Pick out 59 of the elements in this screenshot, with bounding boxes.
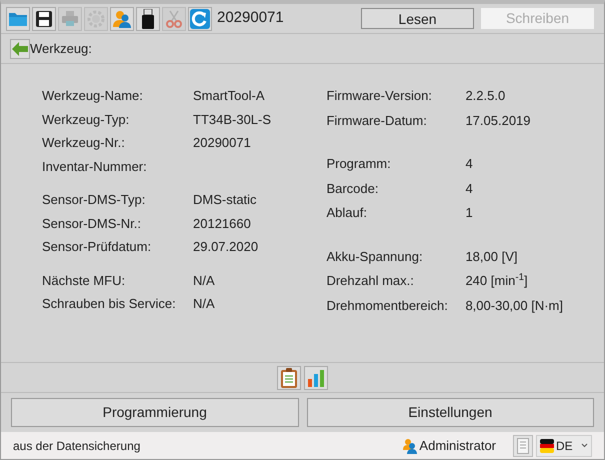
checklist-button[interactable] (277, 366, 301, 390)
field-label: Firmware-Datum: (326, 112, 428, 130)
users-icon (112, 10, 132, 28)
action-button[interactable]: Programmierung (11, 398, 298, 427)
field-label: Werkzeug-Nr.: (42, 134, 126, 152)
field-value: N/A (193, 295, 215, 313)
scissors-icon (165, 10, 183, 28)
printer-icon (61, 10, 79, 28)
toolbar-button[interactable] (136, 6, 160, 30)
field-value: 4 (465, 155, 473, 173)
field-value: 1 (465, 204, 473, 222)
field-value: 18,00 [V] (465, 248, 518, 266)
field-label: Sensor-DMS-Nr.: (42, 214, 142, 232)
status-message: aus der Datensicherung (13, 438, 140, 454)
field-value: 8,00-30,00 [N·m] (465, 296, 563, 315)
field-label: Nächste MFU: (42, 272, 126, 290)
field-label: Werkzeug-Name: (42, 87, 144, 105)
field-label: Sensor-Prüfdatum: (42, 238, 152, 256)
field-value: N/A (193, 272, 215, 290)
usb-stick-icon (141, 8, 155, 28)
field-value: 20290071 (193, 134, 251, 152)
back-button[interactable] (10, 38, 30, 58)
field-value: DMS-static (193, 191, 257, 209)
field-label: Inventar-Nummer: (42, 158, 148, 176)
field-value: TT34B-30L-S (193, 110, 272, 128)
section-title: Werkzeug: (30, 40, 92, 58)
document-icon (517, 438, 529, 454)
field-value: SmartTool-A (193, 87, 265, 105)
toolbar-text-button[interactable]: Lesen (361, 8, 474, 29)
field-label: Programm: (326, 155, 392, 173)
refresh-icon (190, 8, 210, 28)
field-value: 2.2.5.0 (465, 87, 506, 105)
field-label: Ablauf: (326, 204, 368, 222)
field-value: 20121660 (193, 214, 251, 232)
notes-button[interactable] (513, 434, 533, 456)
field-value: 240 [min$^{-1}$] (465, 271, 528, 290)
bar-chart-icon (307, 368, 325, 386)
field-label: Akku-Spannung: (326, 248, 424, 266)
field-label: Sensor-DMS-Typ: (42, 191, 146, 209)
toolbar-button[interactable] (32, 6, 56, 30)
field-label: Schrauben bis Service: (42, 295, 177, 313)
flag-icon (540, 438, 554, 452)
tool-serial: 20290071 (217, 8, 284, 28)
field-label: Barcode: (326, 180, 380, 198)
chevron-down-icon (581, 443, 588, 448)
clipboard-icon (280, 368, 298, 388)
user-icon (402, 438, 418, 454)
field-value: 17.05.2019 (465, 112, 531, 130)
field-label: Drehzahl max.: (326, 272, 415, 290)
field-label: Drehmomentbereich: (326, 296, 449, 314)
field-value: 29.07.2020 (193, 238, 258, 256)
field-value: 4 (465, 180, 473, 198)
action-button[interactable]: Einstellungen (306, 398, 594, 427)
language-dropdown[interactable]: DE (536, 434, 592, 456)
left-arrow-icon (12, 42, 28, 56)
field-label: Werkzeug-Typ: (42, 110, 130, 129)
folder-icon (8, 10, 28, 26)
field-label: Firmware-Version: (326, 87, 433, 105)
user-name: Administrator (419, 436, 496, 455)
